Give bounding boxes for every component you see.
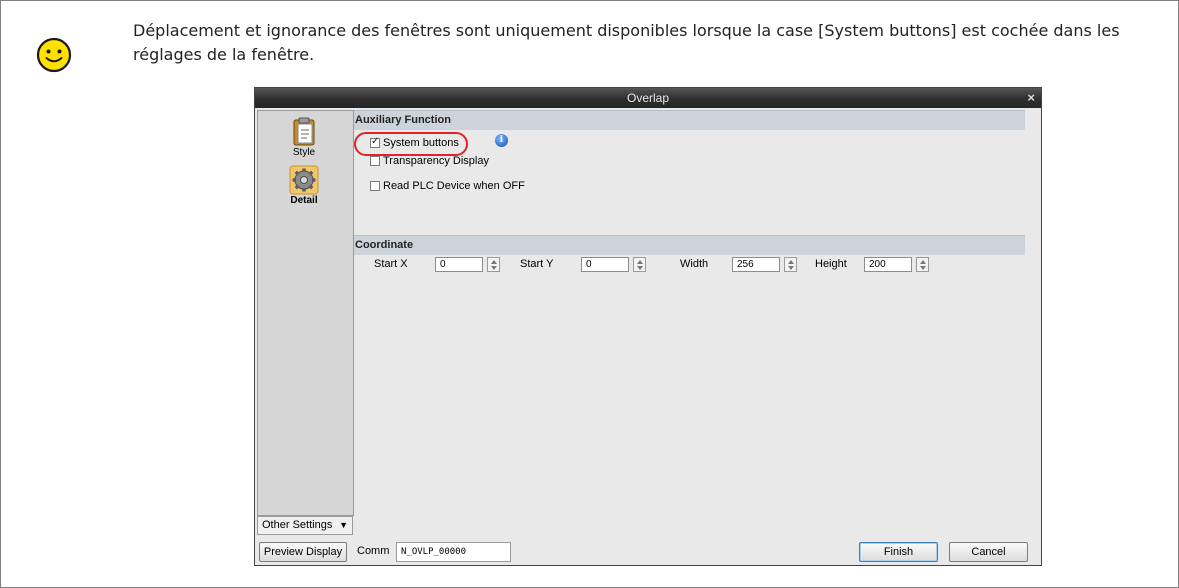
title-bar[interactable]: Overlap × [255,88,1041,108]
sidebar-item-label: Style [292,147,316,158]
other-settings-label: Other Settings [262,519,333,531]
checkbox-checked[interactable] [370,136,380,148]
start-y-spinner[interactable] [633,257,646,272]
info-icon[interactable]: i [495,134,508,147]
start-y-input[interactable]: 0 [581,257,629,272]
start-y-label: Start Y [520,258,554,270]
start-x-spinner[interactable] [487,257,500,272]
finish-button[interactable]: Finish [859,542,938,562]
read-plc-device-checkbox[interactable]: Read PLC Device when OFF [370,180,525,192]
sidebar-item-detail[interactable]: Detail [274,165,334,206]
checkbox-unchecked[interactable] [370,181,380,191]
chevron-down-icon: ▼ [339,520,348,530]
checkbox-unchecked[interactable] [370,156,380,166]
transparency-display-checkbox[interactable]: Transparency Display [370,155,489,167]
gear-icon [289,165,319,195]
sidebar-item-label: Detail [290,195,318,206]
auxiliary-function-header: Auxiliary Function [354,110,1025,130]
coordinate-row: Start X 0 Start Y 0 Width 256 Height 200 [354,257,1024,273]
system-buttons-checkbox[interactable]: System buttons [370,136,459,149]
width-spinner[interactable] [784,257,797,272]
cancel-button[interactable]: Cancel [949,542,1028,562]
width-label: Width [680,258,709,270]
height-spinner[interactable] [916,257,929,272]
height-label: Height [815,258,847,270]
height-input[interactable]: 200 [864,257,912,272]
other-settings-dropdown[interactable]: Other Settings ▼ [257,516,353,535]
clipboard-icon [293,117,315,146]
comm-input[interactable]: N_OVLP_00000 [396,542,511,562]
start-x-input[interactable]: 0 [435,257,483,272]
note-text: Déplacement et ignorance des fenêtres so… [133,21,1120,64]
sidebar: Style Detail [257,110,354,516]
width-input[interactable]: 256 [732,257,780,272]
sidebar-item-style[interactable]: Style [274,117,334,158]
coordinate-header: Coordinate [354,235,1025,255]
checkbox-label: Transparency Display [383,155,489,167]
dialog-footer: Preview Display Comm N_OVLP_00000 Finish… [255,539,1041,565]
preview-display-button[interactable]: Preview Display [259,542,347,562]
comm-label: Comm [357,545,390,557]
checkbox-label: System buttons [383,137,459,149]
checkbox-label: Read PLC Device when OFF [383,180,525,192]
content-panel: Auxiliary Function System buttons i Tran… [354,110,1038,534]
close-button[interactable]: × [1027,88,1035,108]
smiley-icon [36,37,72,73]
overlap-dialog: Overlap × Style Detail Other Settings ▼ … [254,87,1042,566]
start-x-label: Start X [374,258,408,270]
dialog-title: Overlap [626,91,670,105]
